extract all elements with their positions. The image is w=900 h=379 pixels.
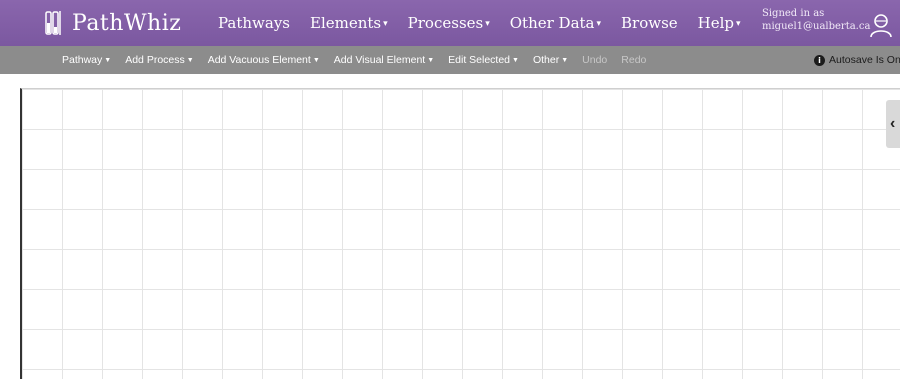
info-icon: i xyxy=(814,54,825,66)
caret-down-icon: ▼ xyxy=(512,56,519,64)
toolbar-add-process-label: Add Process xyxy=(125,54,185,66)
toolbar-other[interactable]: Other ▼ xyxy=(533,54,568,66)
redo-button[interactable]: Redo xyxy=(621,54,646,66)
toolbar-pathway-label: Pathway xyxy=(62,54,103,66)
caret-down-icon: ▾ xyxy=(485,19,490,29)
toolbar-add-visual-element[interactable]: Add Visual Element ▼ xyxy=(334,54,434,66)
nav-pathways-label: Pathways xyxy=(218,14,291,32)
nav-processes[interactable]: Processes ▾ xyxy=(408,14,490,32)
user-email[interactable]: miguel1@ualberta.ca xyxy=(762,20,870,33)
brand-name: PathWhiz xyxy=(72,10,182,36)
toolbar-edit-selected[interactable]: Edit Selected ▼ xyxy=(448,54,519,66)
caret-down-icon: ▼ xyxy=(186,56,194,64)
caret-down-icon: ▼ xyxy=(104,56,112,64)
nav-pathways[interactable]: Pathways xyxy=(218,14,290,32)
pathway-canvas[interactable] xyxy=(20,88,900,379)
caret-down-icon: ▾ xyxy=(383,19,388,29)
user-icon[interactable] xyxy=(868,12,894,38)
signed-in-info: Signed in as miguel1@ualberta.ca xyxy=(762,7,870,33)
nav-help[interactable]: Help ▾ xyxy=(698,14,741,32)
caret-down-icon: ▾ xyxy=(596,19,602,29)
caret-down-icon: ▼ xyxy=(561,56,569,64)
side-panel-toggle[interactable]: ‹ xyxy=(886,100,900,148)
nav-help-label: Help xyxy=(697,14,735,32)
chevron-left-icon: ‹ xyxy=(890,115,896,132)
nav-other-data[interactable]: Other Data ▾ xyxy=(510,14,601,32)
main-nav: Pathways Elements ▾ Processes ▾ Other Data… xyxy=(218,0,761,46)
caret-down-icon: ▼ xyxy=(427,56,435,64)
nav-browse[interactable]: Browse xyxy=(621,14,678,32)
toolbar-pathway[interactable]: Pathway ▼ xyxy=(62,54,111,66)
toolbar-other-label: Other xyxy=(532,54,560,66)
autosave-text: Autosave Is On xyxy=(829,54,900,66)
nav-processes-label: Processes xyxy=(407,14,484,32)
toolbar-add-process[interactable]: Add Process ▼ xyxy=(125,54,193,66)
toolbar-add-vacuous-element[interactable]: Add Vacuous Element ▼ xyxy=(208,54,320,66)
signed-in-label: Signed in as xyxy=(762,8,825,19)
nav-browse-label: Browse xyxy=(621,14,678,32)
nav-elements[interactable]: Elements ▾ xyxy=(310,14,388,32)
toolbar-add-visual-element-label: Add Visual Element xyxy=(333,54,426,66)
editor-toolbar: Pathway ▼ Add Process ▼ Add Vacuous Elemen… xyxy=(0,46,900,74)
undo-button[interactable]: Undo xyxy=(582,54,607,66)
caret-down-icon: ▾ xyxy=(736,19,741,29)
test-tubes-icon xyxy=(45,11,61,35)
caret-down-icon: ▼ xyxy=(312,56,320,64)
toolbar-edit-selected-label: Edit Selected xyxy=(448,54,511,66)
toolbar-add-vacuous-element-label: Add Vacuous Element xyxy=(207,54,311,66)
brand-logo[interactable]: PathWhiz xyxy=(44,8,181,38)
nav-elements-label: Elements xyxy=(310,14,382,32)
nav-other-data-label: Other Data xyxy=(509,14,595,32)
top-navbar: PathWhiz Pathways Elements ▾ Processes ▾ O… xyxy=(0,0,900,46)
toolbar-items: Pathway ▼ Add Process ▼ Add Vacuous Elemen… xyxy=(62,46,660,74)
autosave-status: i Autosave Is On xyxy=(814,46,900,74)
